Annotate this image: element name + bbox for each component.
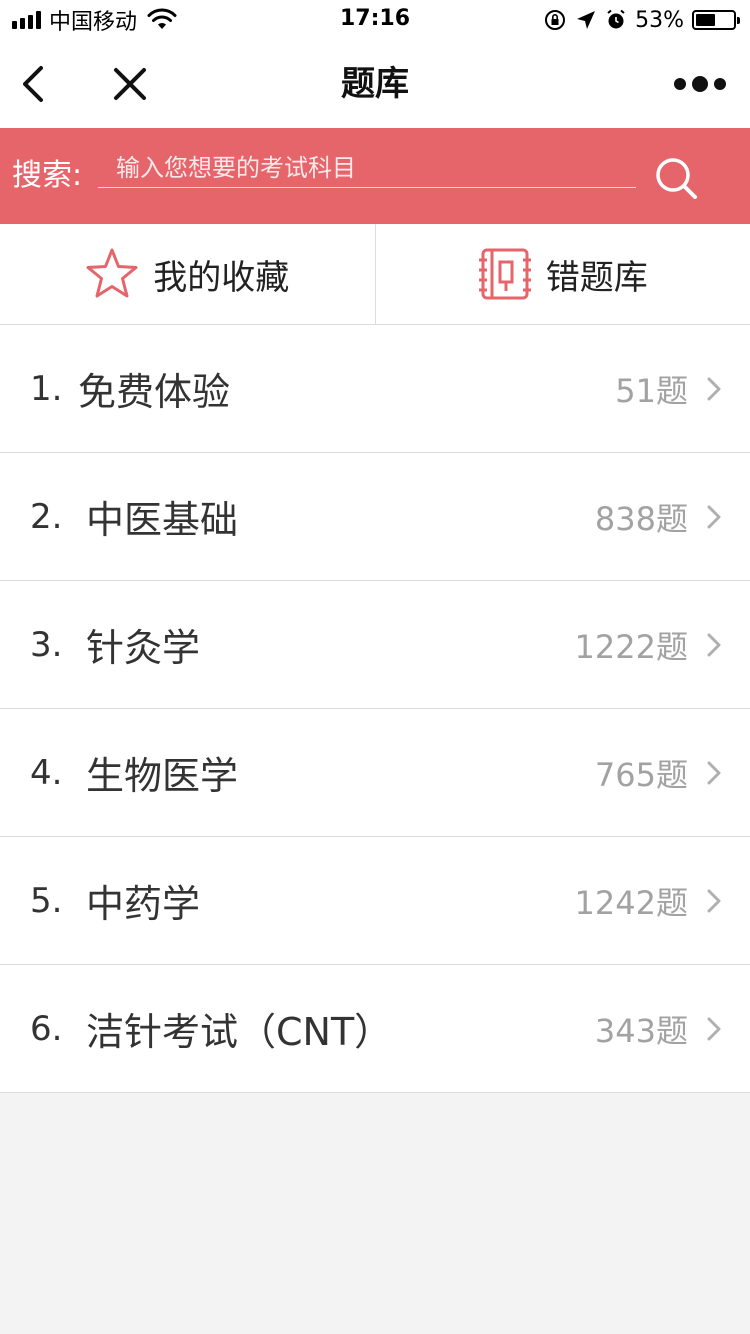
subject-item[interactable]: 3. 针灸学 1222题 xyxy=(0,581,750,709)
star-icon xyxy=(86,248,138,298)
chevron-right-icon xyxy=(707,761,721,785)
subject-name: 中医基础 xyxy=(86,498,239,542)
quick-tabs: 我的收藏 错题库 xyxy=(0,224,750,325)
alarm-icon xyxy=(607,9,625,29)
page-title: 题库 xyxy=(341,64,409,104)
subject-item[interactable]: 2. 中医基础 838题 xyxy=(0,453,750,581)
subject-name: 免费体验 xyxy=(78,370,231,414)
subject-list: 1. 免费体验 51题 2. 中医基础 838题 3. 针灸学 1222题 4.… xyxy=(0,325,750,1093)
subject-index: 1. xyxy=(30,368,63,409)
subject-count: 1242题 xyxy=(574,883,688,922)
more-icon[interactable] xyxy=(674,74,726,94)
rotation-lock-icon xyxy=(545,10,566,30)
subject-count: 1222题 xyxy=(574,627,688,666)
subject-name: 针灸学 xyxy=(86,626,201,670)
subject-index: 3. xyxy=(30,624,63,665)
subject-item[interactable]: 5. 中药学 1242题 xyxy=(0,837,750,965)
nav-bar: 题库 xyxy=(0,40,750,128)
subject-index: 2. xyxy=(30,496,63,537)
chevron-right-icon xyxy=(707,377,721,401)
subject-name: 中药学 xyxy=(86,882,201,926)
wrong-questions-label: 错题库 xyxy=(545,257,648,298)
battery-icon xyxy=(692,10,740,30)
battery-percent: 53% xyxy=(635,7,684,33)
notebook-icon xyxy=(478,248,531,300)
status-bar: 中国移动 17:16 53% xyxy=(0,0,750,40)
location-icon xyxy=(577,11,596,29)
favorites-label: 我的收藏 xyxy=(153,257,290,298)
subject-count: 343题 xyxy=(594,1011,688,1050)
status-right: 53% xyxy=(543,6,740,34)
subject-count: 765题 xyxy=(594,755,688,794)
chevron-right-icon xyxy=(707,505,721,529)
subject-item[interactable]: 1. 免费体验 51题 xyxy=(0,325,750,453)
subject-count: 838题 xyxy=(594,499,688,538)
search-label: 搜索: xyxy=(12,158,83,193)
chevron-right-icon xyxy=(707,633,721,657)
chevron-right-icon xyxy=(707,1017,721,1041)
wrong-questions-tab[interactable]: 错题库 xyxy=(376,224,750,324)
subject-index: 6. xyxy=(30,1008,63,1049)
subject-item[interactable]: 4. 生物医学 765题 xyxy=(0,709,750,837)
subject-count: 51题 xyxy=(615,371,688,410)
favorites-tab[interactable]: 我的收藏 xyxy=(0,224,376,324)
subject-name: 生物医学 xyxy=(86,754,239,798)
search-icon[interactable] xyxy=(652,154,700,202)
search-bar: 搜索: xyxy=(0,128,750,224)
subject-name: 洁针考试（CNT） xyxy=(86,1010,393,1054)
search-input[interactable] xyxy=(98,148,636,188)
chevron-right-icon xyxy=(707,889,721,913)
subject-index: 5. xyxy=(30,880,63,921)
subject-item[interactable]: 6. 洁针考试（CNT） 343题 xyxy=(0,965,750,1093)
subject-index: 4. xyxy=(30,752,63,793)
